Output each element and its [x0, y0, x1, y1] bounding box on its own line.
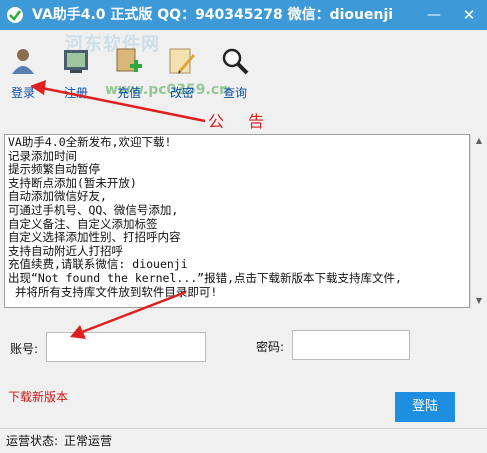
account-label: 账号: [10, 342, 39, 356]
toolbar-register-button[interactable]: 注册 [53, 42, 99, 100]
status-label: 运营状态: [6, 434, 59, 448]
toolbar-change-password-label: 改密 [169, 86, 194, 100]
recharge-icon [116, 48, 142, 72]
account-input[interactable] [46, 332, 206, 362]
scroll-down-arrow-icon[interactable]: ▼ [471, 294, 487, 308]
password-label: 密码: [256, 340, 285, 354]
notice-textarea[interactable]: VA助手4.0全新发布,欢迎下载! 记录添加时间 提示频繁自动暂停 支持断点添加… [4, 134, 470, 308]
title-bar: VA助手4.0 正式版 QQ：940345278 微信：diouenji — ✕ [0, 0, 487, 30]
minimize-button[interactable]: — [420, 0, 448, 30]
register-icon [64, 50, 88, 73]
login-icon [12, 49, 34, 74]
login-button[interactable]: 登陆 [395, 392, 455, 422]
app-logo-icon [7, 7, 23, 23]
notice-scrollbar[interactable]: ▲ ▼ [470, 134, 487, 308]
password-input[interactable] [292, 330, 410, 360]
toolbar-query-label: 查询 [222, 86, 247, 100]
toolbar-change-password-button[interactable]: 改密 [159, 42, 205, 100]
query-icon [222, 48, 249, 75]
toolbar-login-label: 登录 [10, 86, 35, 100]
toolbar-login-button[interactable]: 登录 [0, 42, 46, 100]
status-bar: 运营状态: 正常运营 [0, 428, 487, 453]
toolbar-register-label: 注册 [63, 86, 88, 100]
toolbar-recharge-button[interactable]: 充值 [106, 42, 152, 100]
notice-content: VA助手4.0全新发布,欢迎下载! 记录添加时间 提示频繁自动暂停 支持断点添加… [8, 135, 402, 299]
toolbar: 河东软件网 www.pc0359.cn 登录 注册 充值 改密 查询 [0, 30, 487, 102]
close-button[interactable]: ✕ [455, 0, 483, 30]
notice-title: 公告 [208, 112, 289, 131]
window-title: VA助手4.0 正式版 QQ：940345278 微信：diouenji [32, 7, 394, 23]
change-password-icon [169, 48, 195, 74]
download-new-version-link[interactable]: 下载新版本 [8, 388, 68, 405]
scroll-up-arrow-icon[interactable]: ▲ [471, 134, 487, 148]
toolbar-query-button[interactable]: 查询 [212, 42, 258, 100]
toolbar-recharge-label: 充值 [116, 86, 141, 100]
status-value: 正常运营 [64, 434, 113, 448]
